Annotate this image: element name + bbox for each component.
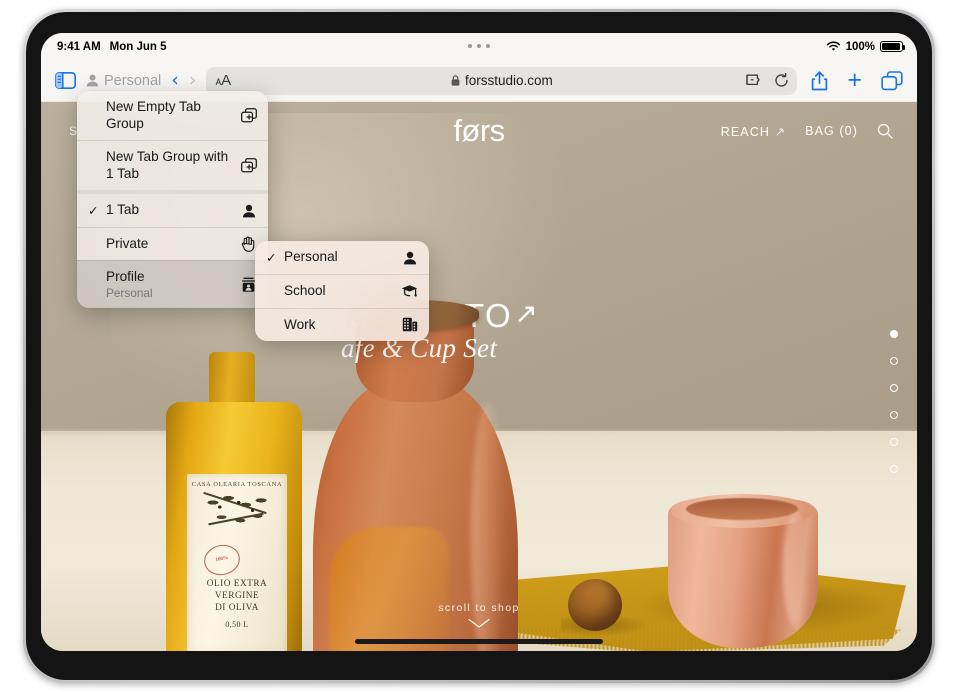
new-tab-group-icon bbox=[239, 108, 258, 123]
menu-item-label: New Empty Tab Group bbox=[106, 99, 235, 132]
reload-icon[interactable] bbox=[774, 73, 789, 88]
multitask-dot bbox=[477, 44, 481, 48]
wifi-icon bbox=[826, 41, 841, 52]
multitask-dot bbox=[468, 44, 472, 48]
menu-item-label: 1 Tab bbox=[106, 202, 235, 219]
ios-status-bar: 9:41 AM Mon Jun 5 100% bbox=[41, 33, 917, 60]
search-icon[interactable] bbox=[877, 123, 893, 139]
new-tab-group-with-tabs-icon bbox=[239, 158, 258, 173]
checkmark-icon: ✓ bbox=[266, 250, 280, 265]
pagination-dot[interactable] bbox=[890, 384, 898, 392]
menu-item-label: New Tab Group with 1 Tab bbox=[106, 149, 235, 182]
tab-group-menu: New Empty Tab Group New Tab Group with 1… bbox=[77, 91, 268, 308]
menu-item-label: Private bbox=[106, 236, 235, 253]
bottle-label-brand: CASA OLEARIA TOSCANA bbox=[192, 481, 282, 488]
screenshot-root: 9:41 AM Mon Jun 5 100% bbox=[0, 0, 958, 692]
person-icon bbox=[239, 204, 258, 218]
url-text: forsstudio.com bbox=[465, 73, 553, 88]
profile-title: Profile bbox=[106, 269, 145, 284]
menu-item-new-tab-group-with-1-tab[interactable]: New Tab Group with 1 Tab bbox=[77, 140, 268, 190]
active-tab-group-button[interactable]: Personal bbox=[86, 73, 161, 89]
new-tab-button[interactable]: + bbox=[847, 68, 862, 93]
multitask-handle[interactable] bbox=[41, 44, 917, 48]
label-line-2: VERGINE bbox=[215, 591, 259, 601]
submenu-item-work[interactable]: Work bbox=[255, 308, 429, 342]
carousel-pagination bbox=[890, 330, 898, 473]
bag-link[interactable]: BAG (0) bbox=[805, 124, 858, 138]
profile-submenu: ✓ Personal School bbox=[255, 241, 429, 341]
profile-subtitle: Personal bbox=[106, 286, 235, 300]
battery-percent: 100% bbox=[846, 41, 875, 53]
pagination-dot[interactable] bbox=[890, 357, 898, 365]
lock-icon bbox=[451, 75, 460, 86]
forward-button[interactable]: › bbox=[189, 71, 197, 90]
reach-link[interactable]: REACH ↗ bbox=[721, 124, 786, 139]
toolbar-right-actions: + bbox=[811, 68, 903, 93]
label-line-1: OLIO EXTRA bbox=[207, 579, 268, 589]
bottle-label-stamp: 100% bbox=[201, 542, 242, 579]
pagination-dot[interactable] bbox=[890, 438, 898, 446]
address-bar-icons bbox=[746, 73, 789, 88]
back-button[interactable]: ‹ bbox=[171, 71, 179, 90]
multitask-dot bbox=[486, 44, 490, 48]
battery-icon bbox=[880, 41, 903, 52]
share-icon[interactable] bbox=[811, 71, 828, 91]
submenu-item-personal[interactable]: ✓ Personal bbox=[255, 241, 429, 274]
pagination-dot[interactable] bbox=[890, 465, 898, 473]
graduation-cap-icon bbox=[400, 284, 419, 298]
menu-item-profile[interactable]: Profile Personal bbox=[77, 260, 268, 308]
tab-group-label: Personal bbox=[104, 73, 161, 89]
submenu-item-label: Personal bbox=[284, 249, 396, 266]
checkmark-icon: ✓ bbox=[88, 203, 102, 218]
photo-carafe-reflected-amber bbox=[329, 527, 449, 651]
person-icon bbox=[86, 74, 99, 87]
site-nav-right: REACH ↗ BAG (0) bbox=[721, 123, 893, 139]
bottle-label-olive-illustration bbox=[194, 488, 280, 544]
tab-overview-icon[interactable] bbox=[881, 71, 903, 91]
submenu-item-label: Work bbox=[284, 317, 396, 334]
submenu-item-school[interactable]: School bbox=[255, 274, 429, 308]
photo-cup-highlight bbox=[783, 512, 809, 627]
menu-item-new-empty-tab-group[interactable]: New Empty Tab Group bbox=[77, 91, 268, 140]
olive-leaves bbox=[194, 488, 280, 544]
menu-item-private[interactable]: Private bbox=[77, 227, 268, 261]
extensions-puzzle-icon[interactable] bbox=[746, 74, 762, 88]
photo-cup-interior bbox=[686, 498, 798, 520]
building-icon bbox=[400, 317, 419, 332]
person-icon bbox=[400, 251, 419, 265]
chevron-down-icon bbox=[41, 618, 917, 629]
address-bar[interactable]: ᴀA forsstudio.com bbox=[206, 67, 797, 95]
url-display: forsstudio.com bbox=[206, 73, 797, 88]
menu-item-1-tab[interactable]: ✓ 1 Tab bbox=[77, 190, 268, 227]
submenu-item-label: School bbox=[284, 283, 396, 300]
home-indicator[interactable] bbox=[355, 639, 603, 644]
arrow-up-right-icon: ↗ bbox=[514, 297, 539, 330]
menu-item-label: Profile Personal bbox=[106, 269, 235, 300]
sidebar-icon[interactable] bbox=[55, 72, 76, 89]
pagination-dot-active[interactable] bbox=[890, 330, 898, 338]
ipad-screen: 9:41 AM Mon Jun 5 100% bbox=[41, 33, 917, 651]
status-bar-right: 100% bbox=[826, 41, 903, 53]
pagination-dot[interactable] bbox=[890, 411, 898, 419]
